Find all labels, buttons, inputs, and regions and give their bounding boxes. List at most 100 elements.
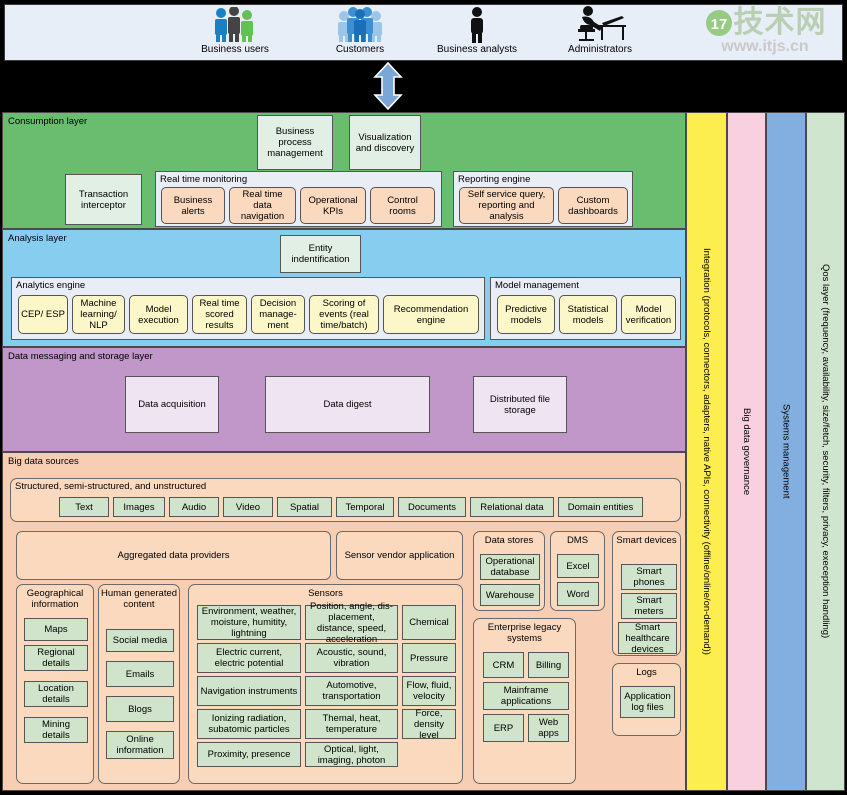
box-sensor-optical[interactable]: Optical, light, imaging, photon <box>305 742 398 767</box>
box-temporal[interactable]: Temporal <box>336 497 394 517</box>
box-scoring-of-events[interactable]: Scoring of events (real time/batch) <box>309 295 379 334</box>
box-mainframe-applications[interactable]: Mainframe applications <box>483 682 569 710</box>
box-machine-learning-nlp[interactable]: Machine learning/ NLP <box>72 295 125 334</box>
box-recommendation-engine[interactable]: Recommendation engine <box>383 295 479 334</box>
box-sensor-electric[interactable]: Electric current, electric potential <box>197 643 301 673</box>
double-headed-vertical-arrow-icon <box>371 61 405 111</box>
box-warehouse[interactable]: Warehouse <box>480 584 540 606</box>
box-aggregated-data-providers[interactable]: Aggregated data providers <box>16 531 331 580</box>
box-audio[interactable]: Audio <box>169 497 219 517</box>
box-crm[interactable]: CRM <box>483 652 524 678</box>
box-cep-esp[interactable]: CEP/ ESP <box>18 295 68 334</box>
box-maps[interactable]: Maps <box>24 618 88 641</box>
box-sensor-force[interactable]: Force, density level <box>402 708 456 741</box>
box-sensor-thermal[interactable]: Themal, heat, temperature <box>305 709 398 739</box>
group-logs: Logs Application log files <box>612 663 681 736</box>
box-regional-details[interactable]: Regional details <box>24 645 88 671</box>
box-images[interactable]: Images <box>113 497 165 517</box>
group-model-management: Model management Predictive models Stati… <box>490 277 681 340</box>
group-title: Smart devices <box>616 535 677 546</box>
box-real-time-scored-results[interactable]: Real time scored results <box>192 295 247 334</box>
box-self-service-query[interactable]: Self service query, reporting and analys… <box>459 187 554 224</box>
box-sensor-environment[interactable]: Environment, weather, moisture, humitity… <box>197 605 301 640</box>
box-erp[interactable]: ERP <box>483 714 524 742</box>
box-sensor-chemical[interactable]: Chemical <box>402 605 456 640</box>
box-spatial[interactable]: Spatial <box>277 497 332 517</box>
box-relational-data[interactable]: Relational data <box>470 497 554 517</box>
box-sensor-position[interactable]: Position, angle, dis-placement, distance… <box>305 601 398 645</box>
box-predictive-models[interactable]: Predictive models <box>497 295 555 334</box>
box-location-details[interactable]: Location details <box>24 681 88 707</box>
box-sensor-vendor-application[interactable]: Sensor vendor application <box>336 531 463 580</box>
box-distributed-file-storage[interactable]: Distributed file storage <box>473 376 567 433</box>
box-video[interactable]: Video <box>223 497 273 517</box>
actor-label: Administrators <box>568 44 632 55</box>
box-smart-phones[interactable]: Smart phones <box>621 564 677 590</box>
analysis-layer: Analysis layer Entity indentification An… <box>2 229 686 347</box>
box-emails[interactable]: Emails <box>106 661 174 687</box>
band-label: Integration (protocols, connectors, adap… <box>701 248 712 655</box>
box-mining-details[interactable]: Mining details <box>24 717 88 743</box>
group-title: Reporting engine <box>458 174 531 185</box>
person-at-desk-icon <box>525 6 675 43</box>
box-model-verification[interactable]: Model verification <box>621 295 676 334</box>
box-operational-kpis[interactable]: Operational KPIs <box>300 187 366 224</box>
box-web-apps[interactable]: Web apps <box>528 714 569 742</box>
box-sensor-navigation[interactable]: Navigation instruments <box>197 676 301 706</box>
band-label: Big data governance <box>741 407 752 496</box>
box-sensor-ionizing[interactable]: Ionizing radiation, subatomic particles <box>197 709 301 739</box>
box-model-execution[interactable]: Model execution <box>129 295 188 334</box>
watermark-cn-text: 技术网 <box>733 5 827 40</box>
box-real-time-data-navigation[interactable]: Real time data navigation <box>229 187 296 224</box>
group-smart-devices: Smart devices Smart phones Smart meters … <box>612 531 681 656</box>
box-word[interactable]: Word <box>557 582 599 606</box>
group-title: Data stores <box>484 535 534 546</box>
box-decision-management[interactable]: Decision manage-ment <box>251 295 305 334</box>
layer-title: Data messaging and storage layer <box>8 351 153 362</box>
group-human-generated-content: Human generated content Social media Ema… <box>98 584 180 784</box>
band-big-data-governance: Big data governance <box>727 112 766 791</box>
box-blogs[interactable]: Blogs <box>106 696 174 722</box>
box-control-rooms[interactable]: Control rooms <box>370 187 435 224</box>
box-smart-meters[interactable]: Smart meters <box>621 593 677 619</box>
group-sensors: Sensors Environment, weather, moisture, … <box>188 584 463 784</box>
box-custom-dashboards[interactable]: Custom dashboards <box>558 187 628 224</box>
group-data-stores: Data stores Operational database Warehou… <box>473 531 545 611</box>
band-label: Systems management <box>780 404 792 499</box>
box-billing[interactable]: Billing <box>528 652 569 678</box>
box-sensor-proximity[interactable]: Proximity, presence <box>197 742 301 767</box>
box-visualization-and-discovery[interactable]: Visualization and discovery <box>349 115 421 170</box>
group-title: Logs <box>636 667 657 678</box>
box-transaction-interceptor[interactable]: Transaction interceptor <box>65 174 142 225</box>
actors-bar: Business users Customers Business analys… <box>4 4 843 61</box>
box-social-media[interactable]: Social media <box>106 629 174 652</box>
group-title: Model management <box>495 280 579 291</box>
box-application-log-files[interactable]: Application log files <box>620 686 675 718</box>
box-sensor-pressure[interactable]: Pressure <box>402 643 456 673</box>
band-label: Qos layer (frequency, availability, size… <box>820 264 831 639</box>
box-domain-entities[interactable]: Domain entities <box>558 497 643 517</box>
watermark-badge-icon: 17 <box>705 10 732 36</box>
group-title: Structured, semi-structured, and unstruc… <box>15 481 207 492</box>
box-sensor-acoustic[interactable]: Acoustic, sound, vibration <box>305 643 398 673</box>
box-business-alerts[interactable]: Business alerts <box>161 187 225 224</box>
box-data-acquisition[interactable]: Data acquisition <box>125 376 219 433</box>
box-online-information[interactable]: Online information <box>106 731 174 759</box>
group-dms: DMS Excel Word <box>550 531 605 611</box>
box-excel[interactable]: Excel <box>557 554 599 578</box>
box-sensor-automotive[interactable]: Automotive, transportation <box>305 676 398 706</box>
box-documents[interactable]: Documents <box>398 497 466 517</box>
box-text[interactable]: Text <box>59 497 109 517</box>
box-operational-database[interactable]: Operational database <box>480 554 540 580</box>
watermark: 17 技术网 www.itjs.cn <box>690 7 840 62</box>
box-smart-healthcare-devices[interactable]: Smart healthcare devices <box>618 622 677 655</box>
box-sensor-flow[interactable]: Flow, fluid, velocity <box>402 676 456 706</box>
group-title: Geographical information <box>26 588 84 610</box>
box-data-digest[interactable]: Data digest <box>265 376 430 433</box>
box-entity-identification[interactable]: Entity indentification <box>280 235 361 273</box>
actor-administrators[interactable]: Administrators <box>525 6 675 56</box>
box-business-process-management[interactable]: Business process management <box>257 115 333 170</box>
box-statistical-models[interactable]: Statistical models <box>559 295 617 334</box>
layer-title: Big data sources <box>8 456 79 467</box>
data-messaging-storage-layer: Data messaging and storage layer Data ac… <box>2 347 686 452</box>
